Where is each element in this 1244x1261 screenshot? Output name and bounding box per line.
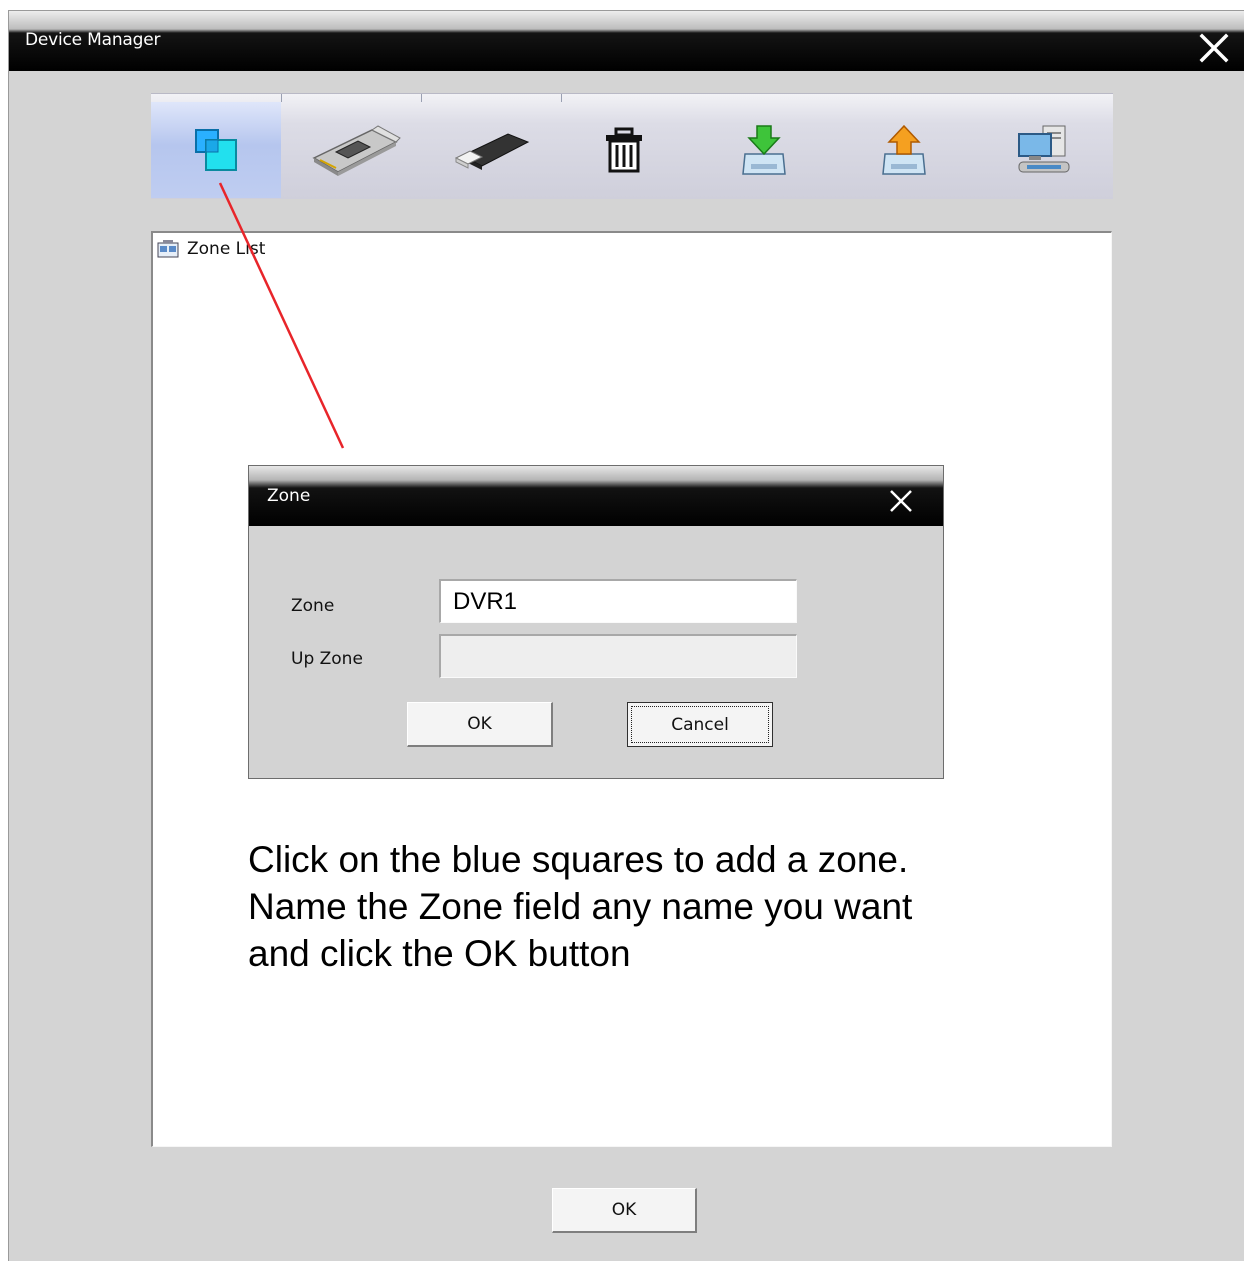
instruction-line: Click on the blue squares to add a zone. — [248, 839, 909, 880]
instruction-line: and click the OK button — [248, 933, 631, 974]
toolbar-separator — [281, 94, 282, 102]
window-title: Device Manager — [25, 30, 161, 50]
add-device-button[interactable] — [429, 102, 559, 198]
delete-button[interactable] — [559, 102, 689, 198]
add-zone-button[interactable] — [151, 102, 281, 198]
import-down-arrow-icon — [742, 125, 786, 175]
zone-dialog-title: Zone — [267, 486, 311, 506]
up-zone-label: Up Zone — [291, 649, 363, 669]
export-button[interactable] — [839, 102, 969, 198]
add-card-button[interactable] — [289, 102, 419, 198]
title-bar: Device Manager — [9, 11, 1244, 71]
import-button[interactable] — [699, 102, 829, 198]
toolbar-separator — [561, 94, 562, 102]
network-computers-icon — [1018, 125, 1070, 173]
zone-list-icon — [157, 240, 179, 258]
toolbar-separator — [421, 94, 422, 102]
blue-squares-icon — [195, 129, 237, 171]
footer-ok-button[interactable]: OK — [552, 1188, 697, 1233]
close-icon[interactable] — [887, 487, 915, 515]
zone-label: Zone — [291, 596, 335, 616]
network-button[interactable] — [979, 102, 1109, 198]
usb-stick-icon — [454, 133, 530, 170]
instruction-line: Name the Zone field any name you want — [248, 886, 913, 927]
zone-dialog-title-bar: Zone — [249, 466, 943, 526]
zone-cancel-button[interactable]: Cancel — [627, 702, 773, 747]
zone-ok-button[interactable]: OK — [407, 702, 553, 747]
close-icon[interactable] — [1197, 31, 1231, 65]
trash-icon — [606, 127, 642, 173]
cancel-button-label: Cancel — [631, 706, 769, 743]
tree-root-label: Zone List — [187, 239, 266, 259]
toolbar — [151, 93, 1113, 199]
zone-dialog: Zone Zone Up Zone OK Cancel — [248, 465, 944, 779]
up-zone-input[interactable] — [439, 634, 797, 678]
tree-root-item[interactable]: Zone List — [157, 239, 265, 259]
zone-name-input[interactable] — [439, 579, 797, 623]
instruction-text: Click on the blue squares to add a zone.… — [248, 836, 1008, 977]
pci-card-icon — [312, 125, 401, 176]
export-up-arrow-icon — [882, 124, 926, 175]
